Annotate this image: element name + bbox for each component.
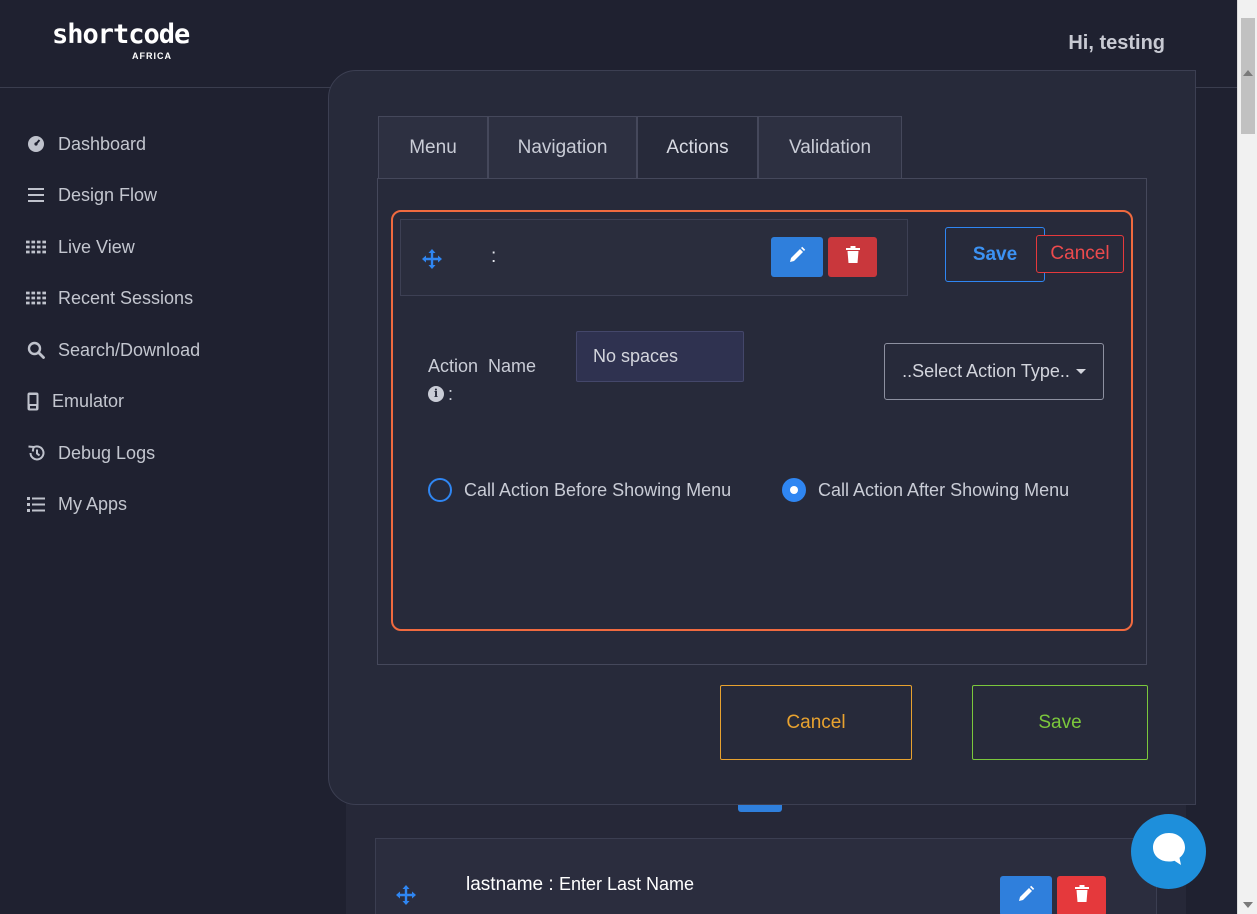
flow-item-name: lastname: [466, 874, 544, 895]
edit-menu-modal: Menu Navigation Actions Validation : Sav…: [328, 70, 1196, 805]
edit-button[interactable]: [1000, 876, 1052, 914]
radio-call-before-label: Call Action Before Showing Menu: [464, 479, 732, 500]
flow-item-text: Enter Last Name: [558, 874, 695, 894]
sidebar: Dashboard Design Flow Live View Recent S…: [0, 89, 330, 914]
tab-validation[interactable]: Validation: [758, 116, 902, 179]
save-button[interactable]: Save: [972, 685, 1148, 760]
actions-tab-panel: : Save Cancel Action Name i: No spaces …: [377, 178, 1147, 665]
tab-actions[interactable]: Actions: [637, 116, 758, 179]
flow-item-label: lastname : Enter Last Name: [466, 874, 694, 896]
shortcode-logo[interactable]: shortcode AFRICA: [52, 19, 190, 66]
chat-widget-button[interactable]: [1131, 814, 1206, 889]
action-name-input[interactable]: [576, 331, 744, 382]
sidebar-item-label: Dashboard: [58, 133, 147, 154]
history-icon: [26, 443, 46, 463]
bars-icon: [26, 185, 46, 205]
gauge-icon: [26, 134, 46, 154]
user-greeting[interactable]: Hi, testing: [1068, 32, 1165, 55]
sidebar-item-emulator[interactable]: Emulator: [26, 386, 124, 416]
action-item-text: :: [491, 246, 497, 267]
list-icon: [26, 494, 46, 514]
sidebar-item-design-flow[interactable]: Design Flow: [26, 180, 157, 210]
sidebar-item-label: Debug Logs: [58, 442, 156, 463]
action-type-selected: ..Select Action Type..: [902, 361, 1070, 381]
move-icon[interactable]: [421, 248, 443, 275]
sidebar-item-label: My Apps: [58, 493, 128, 514]
edit-action-button[interactable]: [771, 237, 823, 277]
radio-call-after-label: Call Action After Showing Menu: [818, 479, 1070, 500]
action-item-row: :: [400, 219, 908, 296]
action-name-label-suffix: :: [448, 384, 454, 404]
radio-call-before[interactable]: Call Action Before Showing Menu: [428, 478, 731, 502]
grid-dots-icon: [26, 237, 46, 257]
grid-dots-icon: [26, 288, 46, 308]
modal-tabs: Menu Navigation Actions Validation: [378, 116, 902, 179]
logo-text: shortcode: [52, 19, 190, 50]
trash-icon: [1074, 885, 1089, 907]
sidebar-item-label: Design Flow: [58, 184, 158, 205]
page-scrollbar[interactable]: [1237, 0, 1257, 914]
radio-circle-icon: [428, 478, 452, 502]
logo-subtext: AFRICA: [132, 51, 172, 61]
sidebar-item-debug-logs[interactable]: Debug Logs: [26, 438, 155, 468]
tab-navigation[interactable]: Navigation: [488, 116, 637, 179]
action-name-label: Action Name i :: [428, 352, 536, 408]
action-name-label-suffix-row: i :: [428, 380, 536, 408]
mobile-icon: [26, 391, 40, 411]
sidebar-item-search-download[interactable]: Search/Download: [26, 335, 200, 365]
search-icon: [26, 340, 46, 360]
cancel-action-button[interactable]: Cancel: [1036, 235, 1124, 273]
info-icon[interactable]: i: [428, 386, 444, 402]
radio-call-after[interactable]: Call Action After Showing Menu: [782, 478, 1069, 502]
sidebar-item-my-apps[interactable]: My Apps: [26, 489, 127, 519]
action-type-select[interactable]: ..Select Action Type..: [884, 343, 1104, 400]
action-editor: : Save Cancel Action Name i: No spaces …: [391, 210, 1133, 631]
scroll-up-arrow-icon[interactable]: [1243, 70, 1253, 76]
scrollbar-thumb[interactable]: [1241, 18, 1255, 134]
sidebar-item-label: Emulator: [52, 390, 125, 411]
sidebar-item-label: Recent Sessions: [58, 287, 194, 308]
sidebar-item-live-view[interactable]: Live View: [26, 232, 135, 262]
radio-checked-icon: [782, 478, 806, 502]
sidebar-item-label: Search/Download: [58, 339, 201, 360]
tab-menu[interactable]: Menu: [378, 116, 488, 179]
scroll-down-arrow-icon[interactable]: [1243, 902, 1253, 908]
action-name-label-text: Action Name: [428, 356, 537, 376]
trash-icon: [845, 246, 860, 268]
cancel-button[interactable]: Cancel: [720, 685, 912, 760]
flow-item-separator: :: [543, 874, 559, 895]
sidebar-item-dashboard[interactable]: Dashboard: [26, 129, 146, 159]
sidebar-item-recent-sessions[interactable]: Recent Sessions: [26, 283, 193, 313]
pencil-icon: [1017, 885, 1035, 908]
sidebar-item-label: Live View: [58, 236, 135, 257]
move-icon[interactable]: [395, 884, 417, 911]
chat-bubble-icon: [1150, 830, 1188, 873]
pencil-icon: [788, 246, 806, 269]
save-action-button[interactable]: Save: [945, 227, 1045, 282]
caret-down-icon: [1075, 369, 1086, 374]
delete-action-button[interactable]: [828, 237, 877, 277]
delete-button[interactable]: [1057, 876, 1106, 914]
